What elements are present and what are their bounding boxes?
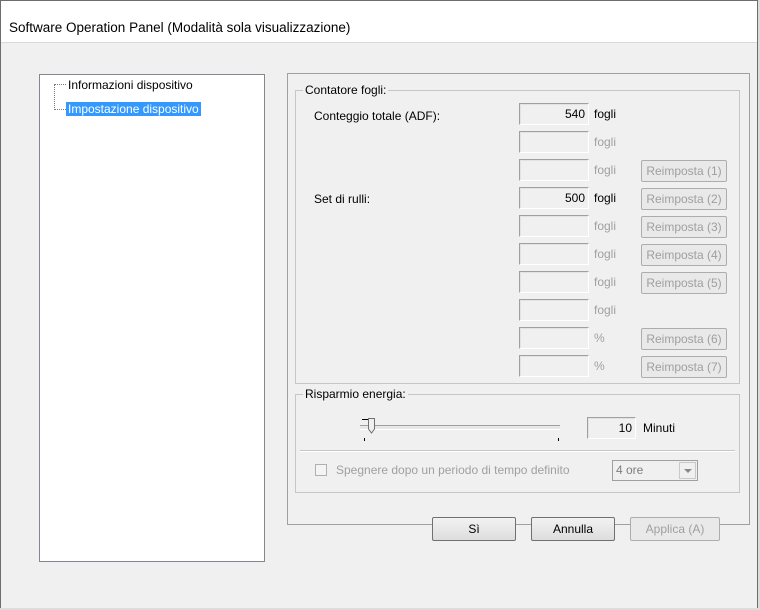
count-value-box — [519, 131, 589, 153]
roller-set-label: Set di rulli: — [314, 192, 371, 206]
reset-6-button[interactable]: Reimposta (6) — [641, 328, 727, 350]
reset-2-button[interactable]: Reimposta (2) — [641, 188, 727, 210]
power-saving-title: Risparmio energia: — [303, 387, 408, 401]
power-saving-separator — [300, 450, 735, 452]
count-unit: fogli — [594, 191, 617, 205]
count-unit: % — [594, 331, 605, 345]
dialog-window: Software Operation Panel (Modalità sola … — [0, 0, 758, 608]
reset-4-button[interactable]: Reimposta (4) — [641, 244, 727, 266]
settings-panel: Contatore fogli: Conteggio totale (ADF):… — [287, 73, 750, 525]
total-count-label: Conteggio totale (ADF): — [314, 109, 441, 123]
count-unit: fogli — [594, 303, 617, 317]
tree-connector — [54, 109, 66, 110]
slider-thumb-icon[interactable] — [368, 418, 375, 434]
count-unit: fogli — [594, 247, 617, 261]
auto-power-off-label: Spegnere dopo un periodo di tempo defini… — [336, 463, 570, 477]
reset-5-button[interactable]: Reimposta (5) — [641, 272, 727, 294]
tree-item-label: Informazioni dispositivo — [68, 78, 193, 92]
slider-tick — [364, 438, 365, 441]
sheet-counter-group: Contatore fogli: Conteggio totale (ADF):… — [295, 83, 740, 384]
power-off-time-value: 4 ore — [616, 463, 644, 477]
count-value-box: 500 — [519, 187, 589, 209]
count-value-box — [519, 243, 589, 265]
power-saving-group: Risparmio energia: 10 Minuti Spegnere do… — [295, 387, 740, 493]
chevron-down-icon[interactable] — [679, 462, 696, 479]
count-unit: % — [594, 359, 605, 373]
power-saving-unit: Minuti — [643, 421, 676, 435]
count-unit: fogli — [594, 275, 617, 289]
slider-tick — [362, 419, 368, 420]
dialog-client-area: Informazioni dispositivo Impostazione di… — [1, 43, 757, 608]
tree-item-label: Impostazione dispositivo — [66, 102, 201, 116]
tree-connector — [54, 85, 55, 110]
count-unit: fogli — [594, 135, 617, 149]
cancel-button[interactable]: Annulla — [531, 517, 615, 541]
power-saving-slider-track[interactable] — [360, 425, 560, 430]
count-value-box: 540 — [519, 103, 589, 125]
sheet-counter-title: Contatore fogli: — [303, 83, 389, 97]
slider-tick — [558, 438, 559, 441]
ok-button[interactable]: Sì — [432, 517, 516, 541]
title-bar[interactable]: Software Operation Panel (Modalità sola … — [1, 1, 757, 43]
window-title: Software Operation Panel (Modalità sola … — [9, 20, 351, 35]
power-off-time-select[interactable]: 4 ore — [612, 460, 698, 481]
count-value-box — [519, 327, 589, 349]
reset-1-button[interactable]: Reimposta (1) — [641, 160, 727, 182]
reset-7-button[interactable]: Reimposta (7) — [641, 356, 727, 378]
count-value-box — [519, 271, 589, 293]
count-value-box — [519, 159, 589, 181]
tree-connector — [54, 84, 66, 85]
count-value-box — [519, 299, 589, 321]
count-unit: fogli — [594, 163, 617, 177]
power-saving-value-box: 10 — [587, 417, 636, 439]
count-unit: fogli — [594, 107, 617, 121]
apply-button[interactable]: Applica (A) — [630, 517, 720, 541]
reset-3-button[interactable]: Reimposta (3) — [641, 216, 727, 238]
navigation-tree: Informazioni dispositivo Impostazione di… — [39, 74, 265, 562]
count-value-box — [519, 355, 589, 377]
count-value-box — [519, 215, 589, 237]
count-unit: fogli — [594, 219, 617, 233]
auto-power-off-checkbox[interactable] — [315, 464, 327, 476]
